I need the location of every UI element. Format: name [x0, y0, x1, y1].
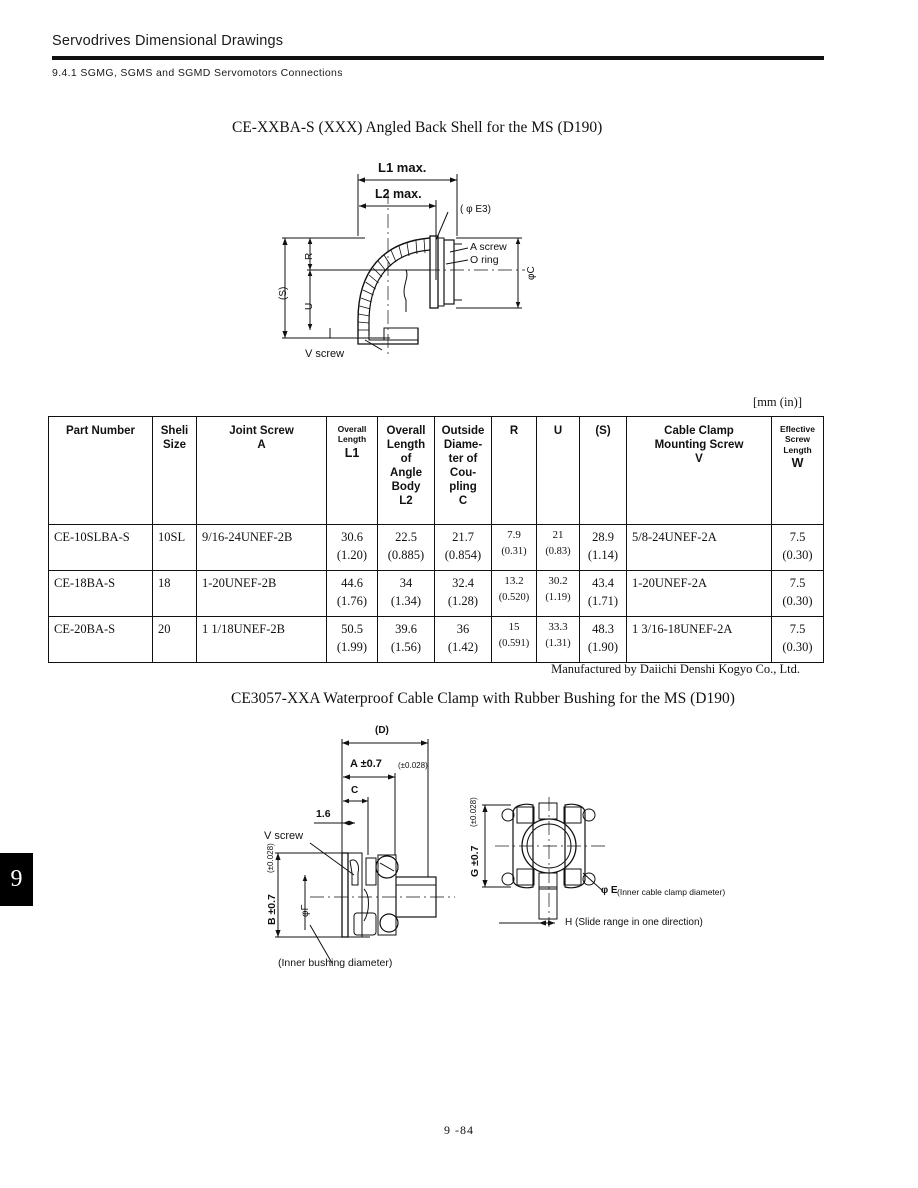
cell-v: 5/8-24UNEF-2A — [626, 524, 772, 571]
cell-v: 1-20UNEF-2A — [626, 570, 772, 617]
table-row: CE-18BA-S 18 1-20UNEF-2B 44.6 (1.76) 34 … — [48, 570, 824, 617]
label-phi-e3: ( φ E3) — [460, 204, 491, 215]
chapter-tab: 9 — [0, 853, 33, 906]
cell-joint-screw: 1 1/18UNEF-2B — [196, 616, 327, 663]
unit-note: [mm (in)] — [753, 395, 802, 409]
label-b-tolerance: B ±0.7 — [266, 894, 278, 925]
label-phi-e: φ E — [601, 885, 618, 896]
cell-s: 43.4 (1.71) — [579, 570, 627, 617]
figure2-front-view-drawing: G ±0.7 (±0.028) φ E (Inner cable clamp d… — [455, 795, 730, 945]
cell-w: 7.5 (0.30) — [771, 524, 824, 571]
table-row: CE-10SLBA-S 10SL 9/16-24UNEF-2B 30.6 (1.… — [48, 524, 824, 571]
label-a-tolerance-inch: (±0.028) — [398, 761, 428, 770]
label-v-screw: V screw — [264, 830, 304, 842]
cell-s: 48.3 (1.90) — [579, 616, 627, 663]
label-c: C — [351, 785, 359, 796]
cell-c: 21.7 (0.854) — [434, 524, 492, 571]
table-header-row: Part Number Sheli Size Joint Screw A Ove… — [48, 416, 824, 525]
label-a-tolerance: A ±0.7 — [350, 758, 382, 770]
cell-r: 7.9 (0.31) — [491, 524, 537, 571]
figure1-title: CE-XXBA-S (XXX) Angled Back Shell for th… — [232, 119, 603, 136]
label-g-tolerance-inch: (±0.028) — [469, 797, 478, 827]
running-header: Servodrives Dimensional Drawings — [52, 33, 822, 49]
label-1-6: 1.6 — [316, 808, 331, 820]
label-inner-cable-clamp-diameter: (Inner cable clamp diameter) — [617, 887, 726, 897]
label-o-ring: O ring — [470, 254, 499, 266]
label-s: (S) — [278, 286, 289, 300]
figure2-title: CE3057-XXA Waterproof Cable Clamp with R… — [231, 690, 735, 707]
cell-part-number: CE-10SLBA-S — [48, 524, 153, 571]
cell-u: 21 (0.83) — [536, 524, 580, 571]
cell-l1: 44.6 (1.76) — [326, 570, 378, 617]
label-r: R — [304, 252, 315, 260]
col-r: R — [491, 416, 537, 525]
chapter-tab-number: 9 — [10, 866, 23, 892]
cell-l2: 39.6 (1.56) — [377, 616, 435, 663]
label-inner-bushing-diameter: (Inner bushing diameter) — [278, 957, 393, 969]
cell-s: 28.9 (1.14) — [579, 524, 627, 571]
figure1-drawing: L1 max. L2 max. ( φ E3) A screw O ring φ… — [270, 160, 570, 365]
cell-part-number: CE-18BA-S — [48, 570, 153, 617]
label-phi-c: φC — [526, 266, 537, 280]
label-v-screw: V screw — [305, 348, 345, 360]
col-joint-screw: Joint Screw A — [196, 416, 327, 525]
cell-l1: 30.6 (1.20) — [326, 524, 378, 571]
page-footer: 9 -84 — [0, 1123, 918, 1138]
label-l1-max: L1 max. — [378, 160, 427, 175]
label-h-slide-range: H (Slide range in one direction) — [565, 917, 703, 928]
label-l2-max: L2 max. — [375, 187, 422, 201]
cell-u: 33.3 (1.31) — [536, 616, 580, 663]
label-a-screw: A screw — [470, 241, 507, 253]
col-s: (S) — [579, 416, 627, 525]
label-b-tolerance-inch: (±0.028) — [266, 843, 275, 873]
table-row: CE-20BA-S 20 1 1/18UNEF-2B 50.5 (1.99) 3… — [48, 616, 824, 663]
col-overall-length-l1: Overall Length L1 — [326, 416, 378, 525]
cell-w: 7.5 (0.30) — [771, 570, 824, 617]
col-overall-length-l2: Overall Length of Angle Body L2 — [377, 416, 435, 525]
cell-v: 1 3/16-18UNEF-2A — [626, 616, 772, 663]
col-part-number: Part Number — [48, 416, 153, 525]
specification-table: Part Number Sheli Size Joint Screw A Ove… — [48, 416, 824, 663]
cell-c: 36 (1.42) — [434, 616, 492, 663]
label-u: U — [304, 302, 315, 310]
cell-part-number: CE-20BA-S — [48, 616, 153, 663]
page-number: 9 -84 — [444, 1123, 474, 1137]
cell-joint-screw: 1-20UNEF-2B — [196, 570, 327, 617]
cell-shell-size: 10SL — [152, 524, 197, 571]
figure2-side-view-drawing: (D) A ±0.7 (±0.028) C 1.6 V screw B ±0.7… — [250, 725, 465, 975]
cell-c: 32.4 (1.28) — [434, 570, 492, 617]
manufacturer-note: Manufactured by Daiichi Denshi Kogyo Co.… — [551, 662, 800, 676]
col-cable-clamp-mounting-screw: Cable Clamp Mounting Screw V — [626, 416, 772, 525]
label-d: (D) — [375, 725, 389, 736]
cell-u: 30.2 (1.19) — [536, 570, 580, 617]
document-page: Servodrives Dimensional Drawings 9.4.1 S… — [0, 0, 918, 1188]
col-outside-diameter-c: Outside Diame- ter of Cou- pling C — [434, 416, 492, 525]
cell-l1: 50.5 (1.99) — [326, 616, 378, 663]
header-rule — [52, 56, 824, 60]
cell-joint-screw: 9/16-24UNEF-2B — [196, 524, 327, 571]
running-header-title: Servodrives Dimensional Drawings — [52, 33, 284, 49]
cell-r: 13.2 (0.520) — [491, 570, 537, 617]
col-u: U — [536, 416, 580, 525]
label-phi-f: φF — [300, 904, 311, 917]
section-heading: 9.4.1 SGMG, SGMS and SGMD Servomotors Co… — [52, 67, 343, 79]
cell-l2: 34 (1.34) — [377, 570, 435, 617]
cell-r: 15 (0.591) — [491, 616, 537, 663]
col-effective-screw-length-w: Eflective Screw Length W — [771, 416, 824, 525]
cell-shell-size: 20 — [152, 616, 197, 663]
col-shell-size: Sheli Size — [152, 416, 197, 525]
cell-w: 7.5 (0.30) — [771, 616, 824, 663]
cell-shell-size: 18 — [152, 570, 197, 617]
cell-l2: 22.5 (0.885) — [377, 524, 435, 571]
label-g-tolerance: G ±0.7 — [469, 845, 481, 877]
